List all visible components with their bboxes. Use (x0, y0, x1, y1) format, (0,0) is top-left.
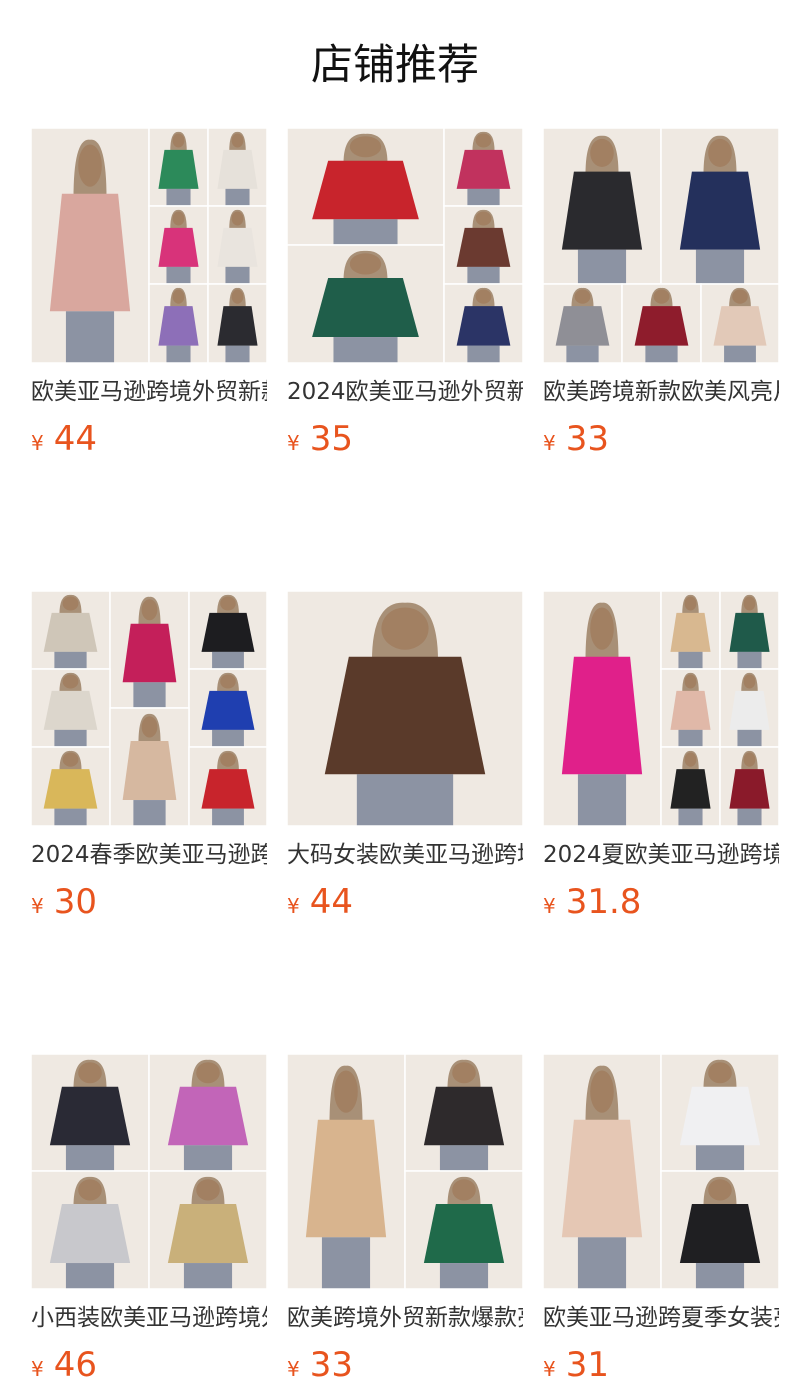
product-image[interactable] (287, 591, 523, 826)
product-price: 44 (309, 882, 353, 922)
product-name[interactable]: 欧美跨境外贸新款爆款亮片 (287, 1303, 523, 1333)
price-row: ¥33 (287, 1345, 523, 1385)
product-name[interactable]: 欧美亚马逊跨夏季女装亮片 (543, 1303, 779, 1333)
product-name[interactable]: 欧美亚马逊跨境外贸新款 (31, 377, 267, 407)
product-photo (31, 128, 267, 363)
product-card[interactable]: 欧美跨境新款欧美风亮片 ¥33 (543, 128, 779, 459)
product-image[interactable] (287, 128, 523, 363)
product-image[interactable] (31, 1054, 267, 1289)
product-price: 44 (53, 419, 97, 459)
currency-symbol: ¥ (287, 1357, 300, 1381)
price-row: ¥30 (31, 882, 267, 922)
product-name[interactable]: 欧美跨境新款欧美风亮片 (543, 377, 779, 407)
product-image[interactable] (543, 1054, 779, 1289)
product-grid: 欧美亚马逊跨境外贸新款 ¥44 2024欧美亚马逊外贸新款 ¥35 欧美跨境新款… (31, 128, 779, 1385)
price-row: ¥31 (543, 1345, 779, 1385)
product-price: 31 (565, 1345, 609, 1385)
product-price: 30 (53, 882, 97, 922)
product-card[interactable]: 2024夏欧美亚马逊跨境亮片 ¥31.8 (543, 591, 779, 922)
currency-symbol: ¥ (31, 894, 44, 918)
product-photo (287, 128, 523, 363)
product-name[interactable]: 大码女装欧美亚马逊跨境 (287, 840, 523, 870)
product-card[interactable]: 欧美亚马逊跨夏季女装亮片 ¥31 (543, 1054, 779, 1385)
product-name[interactable]: 2024春季欧美亚马逊跨境 (31, 840, 267, 870)
price-row: ¥31.8 (543, 882, 779, 922)
page-title: 店铺推荐 (310, 40, 479, 89)
product-card[interactable]: 欧美跨境外贸新款爆款亮片 ¥33 (287, 1054, 523, 1385)
product-photo (543, 128, 779, 363)
currency-symbol: ¥ (287, 894, 300, 918)
product-price: 31.8 (565, 882, 642, 922)
currency-symbol: ¥ (543, 431, 556, 455)
product-photo (287, 591, 523, 826)
product-card[interactable]: 2024欧美亚马逊外贸新款 ¥35 (287, 128, 523, 459)
currency-symbol: ¥ (287, 431, 300, 455)
currency-symbol: ¥ (31, 431, 44, 455)
product-card[interactable]: 小西装欧美亚马逊跨境外贸 ¥46 (31, 1054, 267, 1385)
product-price: 35 (309, 419, 353, 459)
product-price: 33 (565, 419, 609, 459)
product-card[interactable]: 欧美亚马逊跨境外贸新款 ¥44 (31, 128, 267, 459)
price-row: ¥44 (287, 882, 523, 922)
product-photo (543, 591, 779, 826)
product-image[interactable] (31, 128, 267, 363)
price-row: ¥44 (31, 419, 267, 459)
product-photo (543, 1054, 779, 1289)
product-image[interactable] (543, 591, 779, 826)
product-name[interactable]: 2024夏欧美亚马逊跨境亮片 (543, 840, 779, 870)
currency-symbol: ¥ (543, 1357, 556, 1381)
product-price: 46 (53, 1345, 97, 1385)
product-image[interactable] (31, 591, 267, 826)
price-row: ¥35 (287, 419, 523, 459)
product-photo (287, 1054, 523, 1289)
product-name[interactable]: 小西装欧美亚马逊跨境外贸 (31, 1303, 267, 1333)
product-image[interactable] (543, 128, 779, 363)
product-name[interactable]: 2024欧美亚马逊外贸新款 (287, 377, 523, 407)
product-photo (31, 1054, 267, 1289)
product-card[interactable]: 2024春季欧美亚马逊跨境 ¥30 (31, 591, 267, 922)
product-image[interactable] (287, 1054, 523, 1289)
price-row: ¥33 (543, 419, 779, 459)
price-row: ¥46 (31, 1345, 267, 1385)
product-price: 33 (309, 1345, 353, 1385)
product-photo (31, 591, 267, 826)
currency-symbol: ¥ (31, 1357, 44, 1381)
currency-symbol: ¥ (543, 894, 556, 918)
product-card[interactable]: 大码女装欧美亚马逊跨境 ¥44 (287, 591, 523, 922)
